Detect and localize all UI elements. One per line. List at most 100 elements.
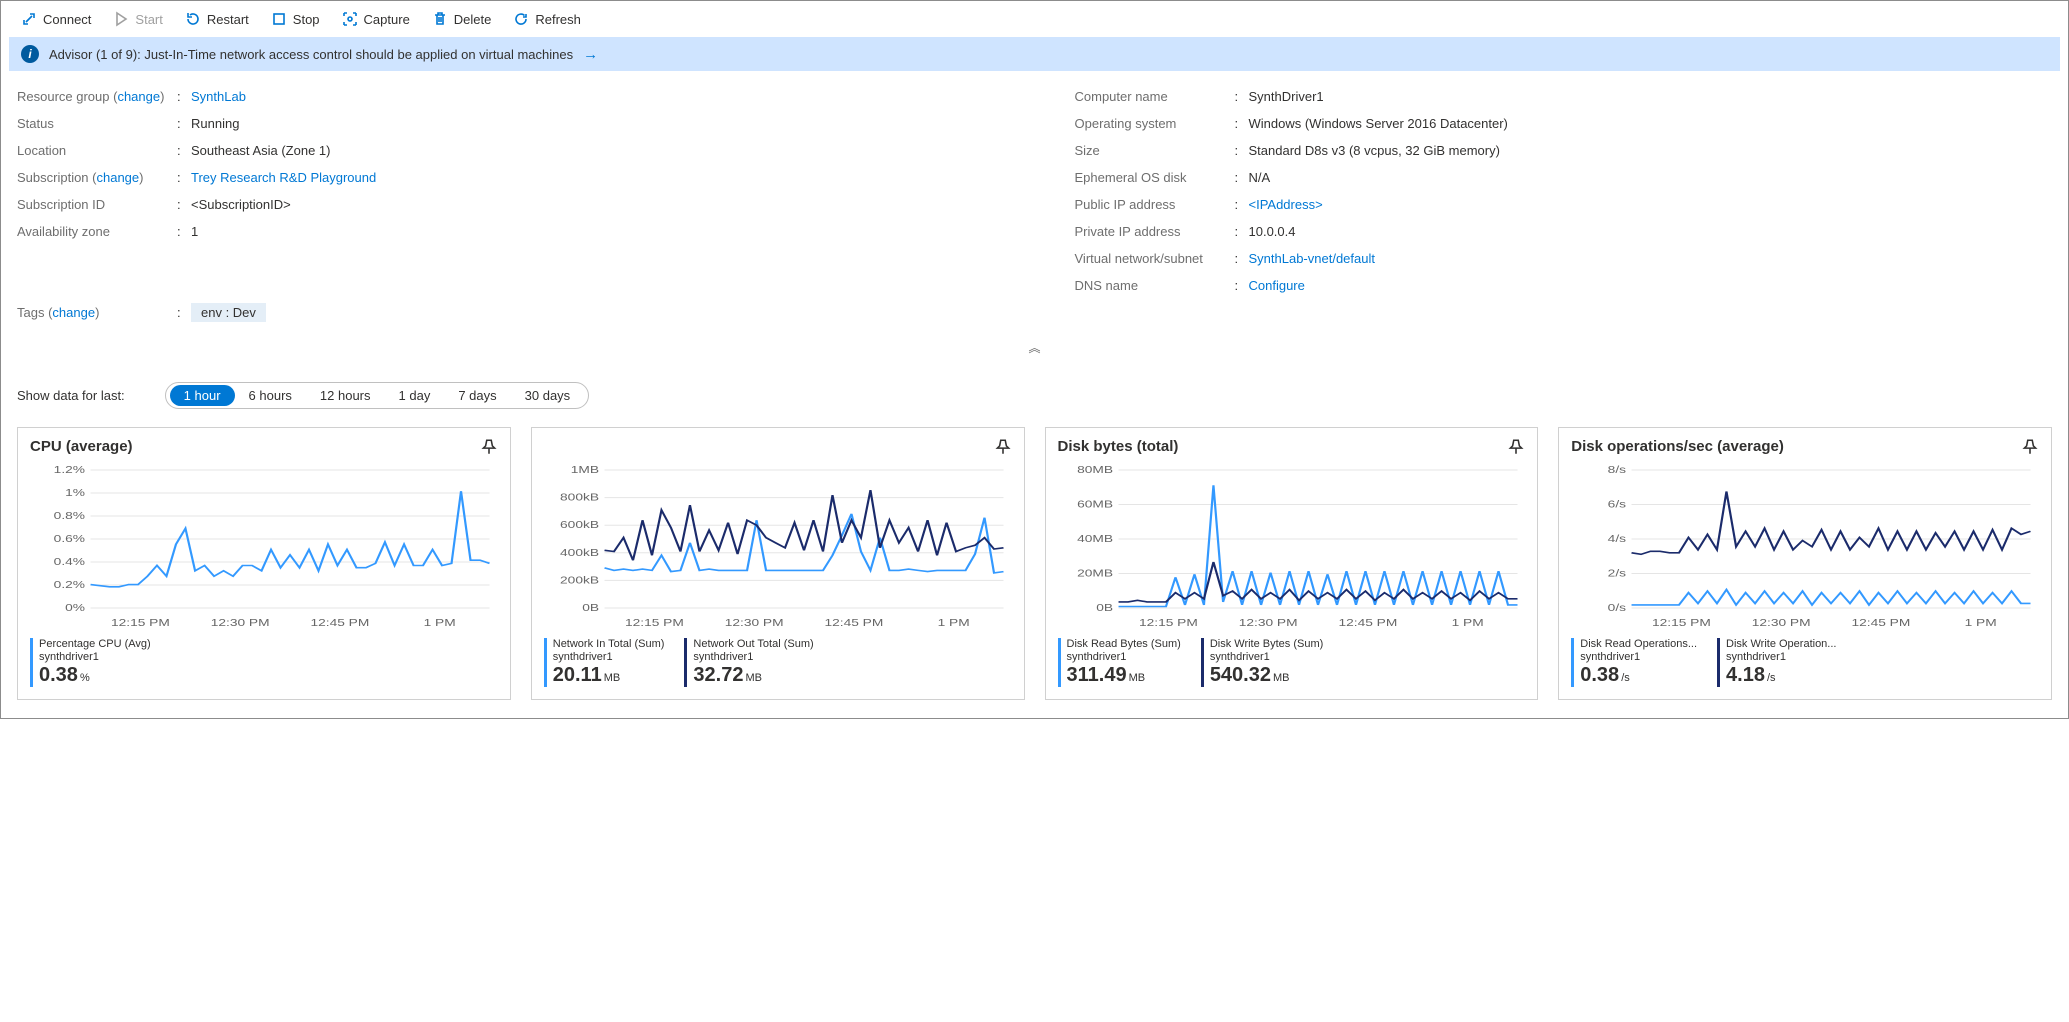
line-chart[interactable]: 0%0.2%0.4%0.6%0.8%1%1.2%12:15 PM12:30 PM… — [30, 462, 498, 632]
time-range-option[interactable]: 1 hour — [170, 385, 235, 406]
svg-text:20MB: 20MB — [1077, 567, 1113, 579]
time-range-option[interactable]: 30 days — [511, 385, 585, 406]
refresh-button[interactable]: Refresh — [503, 7, 591, 31]
tags-row: Tags (change) : env : Dev — [17, 299, 2052, 326]
refresh-icon — [513, 11, 529, 27]
legend-item: Disk Read Operations...synthdriver10.38/… — [1571, 638, 1697, 687]
property-value: N/A — [1249, 170, 2053, 185]
property-row: Status:Running — [17, 110, 995, 137]
svg-text:12:30 PM: 12:30 PM — [1752, 617, 1811, 629]
svg-text:800kB: 800kB — [560, 491, 599, 503]
stop-button[interactable]: Stop — [261, 7, 330, 31]
svg-text:400kB: 400kB — [560, 547, 599, 559]
restart-icon — [185, 11, 201, 27]
property-label: Virtual network/subnet — [1075, 251, 1235, 266]
property-row: Availability zone:1 — [17, 218, 995, 245]
property-value: SynthLab — [191, 89, 995, 104]
change-link[interactable]: change — [96, 170, 139, 185]
svg-text:1MB: 1MB — [571, 464, 599, 476]
property-row: Operating system:Windows (Windows Server… — [1075, 110, 2053, 137]
svg-text:12:15 PM: 12:15 PM — [1138, 617, 1197, 629]
property-row: Private IP address:10.0.0.4 — [1075, 218, 2053, 245]
legend-item: Network Out Total (Sum)synthdriver132.72… — [684, 638, 813, 687]
pin-icon[interactable] — [994, 438, 1012, 456]
svg-text:1 PM: 1 PM — [424, 617, 456, 629]
property-row: Computer name:SynthDriver1 — [1075, 83, 2053, 110]
property-link[interactable]: SynthLab — [191, 89, 246, 104]
capture-label: Capture — [364, 12, 410, 27]
property-label: Resource group (change) — [17, 89, 177, 104]
svg-text:12:30 PM: 12:30 PM — [1238, 617, 1297, 629]
restart-button[interactable]: Restart — [175, 7, 259, 31]
svg-text:12:15 PM: 12:15 PM — [625, 617, 684, 629]
time-range-option[interactable]: 6 hours — [235, 385, 306, 406]
svg-text:12:30 PM: 12:30 PM — [724, 617, 783, 629]
property-row: Subscription (change):Trey Research R&D … — [17, 164, 995, 191]
time-range-option[interactable]: 1 day — [385, 385, 445, 406]
info-icon: i — [21, 45, 39, 63]
delete-button[interactable]: Delete — [422, 7, 502, 31]
pin-icon[interactable] — [1507, 438, 1525, 456]
metric-card: 0B200kB400kB600kB800kB1MB12:15 PM12:30 P… — [531, 427, 1025, 700]
properties-panel: Resource group (change):SynthLabStatus:R… — [1, 77, 2068, 336]
property-value: Running — [191, 116, 995, 131]
tag-pill[interactable]: env : Dev — [191, 303, 266, 322]
svg-text:12:15 PM: 12:15 PM — [1652, 617, 1711, 629]
time-range-option[interactable]: 7 days — [444, 385, 510, 406]
property-label: DNS name — [1075, 278, 1235, 293]
change-link[interactable]: change — [117, 89, 160, 104]
svg-text:1 PM: 1 PM — [1451, 617, 1483, 629]
svg-text:40MB: 40MB — [1077, 533, 1113, 545]
svg-text:6/s: 6/s — [1608, 498, 1626, 510]
property-row: Location:Southeast Asia (Zone 1) — [17, 137, 995, 164]
line-chart[interactable]: 0/s2/s4/s6/s8/s12:15 PM12:30 PM12:45 PM1… — [1571, 462, 2039, 632]
property-link[interactable]: Trey Research R&D Playground — [191, 170, 376, 185]
metrics-grid: CPU (average)0%0.2%0.4%0.6%0.8%1%1.2%12:… — [1, 427, 2068, 718]
refresh-label: Refresh — [535, 12, 581, 27]
property-link[interactable]: SynthLab-vnet/default — [1249, 251, 1375, 266]
capture-icon — [342, 11, 358, 27]
pin-icon[interactable] — [480, 438, 498, 456]
time-range-option[interactable]: 12 hours — [306, 385, 385, 406]
line-chart[interactable]: 0B20MB40MB60MB80MB12:15 PM12:30 PM12:45 … — [1058, 462, 1526, 632]
connect-icon — [21, 11, 37, 27]
property-row: Resource group (change):SynthLab — [17, 83, 995, 110]
start-label: Start — [135, 12, 162, 27]
svg-text:0.6%: 0.6% — [54, 533, 86, 545]
property-label: Computer name — [1075, 89, 1235, 104]
line-chart[interactable]: 0B200kB400kB600kB800kB1MB12:15 PM12:30 P… — [544, 462, 1012, 632]
svg-text:8/s: 8/s — [1608, 464, 1626, 476]
property-value: 10.0.0.4 — [1249, 224, 2053, 239]
command-bar: Connect Start Restart Stop Capture Delet… — [1, 1, 2068, 37]
connect-button[interactable]: Connect — [11, 7, 101, 31]
svg-text:12:45 PM: 12:45 PM — [310, 617, 369, 629]
svg-text:12:30 PM: 12:30 PM — [211, 617, 270, 629]
property-value: SynthLab-vnet/default — [1249, 251, 2053, 266]
property-link[interactable]: <IPAddress> — [1249, 197, 1323, 212]
property-label: Availability zone — [17, 224, 177, 239]
property-label: Public IP address — [1075, 197, 1235, 212]
advisor-text: Advisor (1 of 9): Just-In-Time network a… — [49, 47, 573, 62]
property-value: SynthDriver1 — [1249, 89, 2053, 104]
property-label: Subscription (change) — [17, 170, 177, 185]
advisor-banner[interactable]: i Advisor (1 of 9): Just-In-Time network… — [9, 37, 2060, 71]
time-range-row: Show data for last: 1 hour6 hours12 hour… — [1, 358, 2068, 427]
property-row: Ephemeral OS disk:N/A — [1075, 164, 2053, 191]
restart-label: Restart — [207, 12, 249, 27]
svg-text:600kB: 600kB — [560, 519, 599, 531]
metric-card: Disk bytes (total)0B20MB40MB60MB80MB12:1… — [1045, 427, 1539, 700]
property-value: Trey Research R&D Playground — [191, 170, 995, 185]
trash-icon — [432, 11, 448, 27]
capture-button[interactable]: Capture — [332, 7, 420, 31]
property-row: Public IP address:<IPAddress> — [1075, 191, 2053, 218]
legend-item: Disk Write Operation...synthdriver14.18/… — [1717, 638, 1836, 687]
tags-change-link[interactable]: change — [52, 305, 95, 320]
delete-label: Delete — [454, 12, 492, 27]
property-link[interactable]: Configure — [1249, 278, 1305, 293]
svg-text:0%: 0% — [65, 602, 85, 614]
metric-card: Disk operations/sec (average)0/s2/s4/s6/… — [1558, 427, 2052, 700]
connect-label: Connect — [43, 12, 91, 27]
card-title: Disk bytes (total) — [1058, 438, 1179, 455]
pin-icon[interactable] — [2021, 438, 2039, 456]
collapse-toggle[interactable]: ︽ — [1, 336, 2068, 358]
